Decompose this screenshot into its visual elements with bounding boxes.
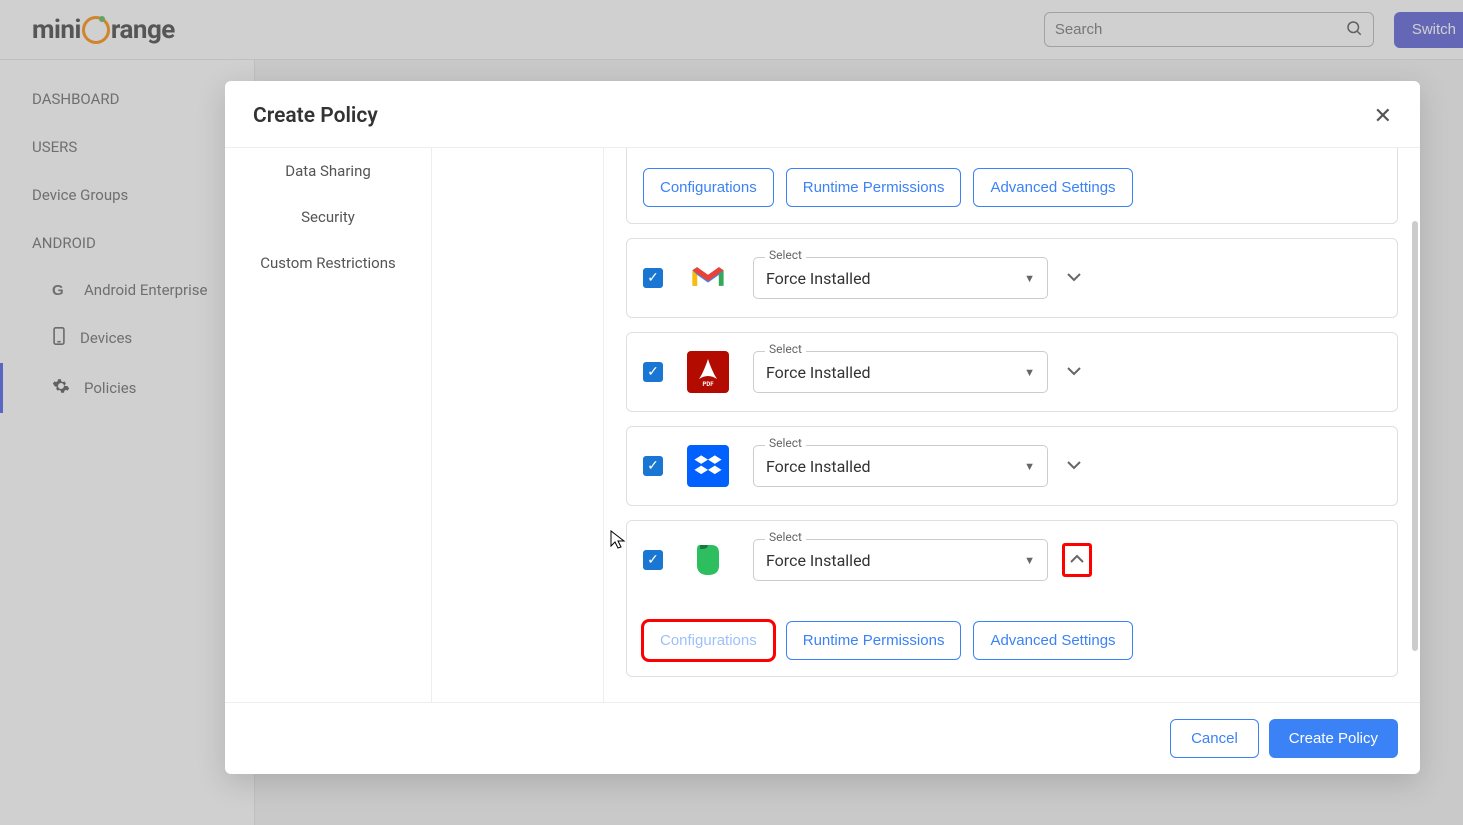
- select-value: Force Installed: [766, 269, 871, 288]
- install-type-select[interactable]: Force Installed ▼: [753, 351, 1048, 393]
- install-type-select[interactable]: Force Installed ▼: [753, 257, 1048, 299]
- expand-toggle[interactable]: [1062, 360, 1086, 384]
- gmail-icon: [687, 257, 729, 299]
- caret-down-icon: ▼: [1024, 554, 1035, 567]
- modal-middle-column: [432, 148, 604, 702]
- modal-left-nav: Data Sharing Security Custom Restriction…: [225, 148, 432, 702]
- collapse-toggle[interactable]: [1062, 543, 1092, 577]
- select-value: Force Installed: [766, 363, 871, 382]
- close-icon[interactable]: ✕: [1374, 103, 1392, 129]
- select-wrap: Select Force Installed ▼: [753, 445, 1048, 487]
- select-label: Select: [765, 342, 806, 356]
- tab-configurations[interactable]: Configurations: [643, 168, 774, 207]
- tab-advanced-settings[interactable]: Advanced Settings: [973, 621, 1132, 660]
- modal-title: Create Policy: [253, 104, 378, 128]
- select-value: Force Installed: [766, 551, 871, 570]
- tab-runtime-permissions[interactable]: Runtime Permissions: [786, 168, 962, 207]
- app-checkbox[interactable]: ✓: [643, 362, 663, 382]
- caret-down-icon: ▼: [1024, 460, 1035, 473]
- modal-footer: Cancel Create Policy: [225, 702, 1420, 774]
- app-row-dropbox: ✓ Select Force Installed ▼: [626, 426, 1398, 506]
- select-wrap: Select Force Installed ▼: [753, 257, 1048, 299]
- create-policy-button[interactable]: Create Policy: [1269, 719, 1398, 758]
- tab-advanced-settings[interactable]: Advanced Settings: [973, 168, 1132, 207]
- tab-configurations[interactable]: Configurations: [643, 621, 774, 660]
- app-checkbox[interactable]: ✓: [643, 550, 663, 570]
- app-row-gmail: ✓ Select Force Installed ▼: [626, 238, 1398, 318]
- modal-body: Data Sharing Security Custom Restriction…: [225, 147, 1420, 702]
- select-label: Select: [765, 530, 806, 544]
- left-tab-custom-restrictions[interactable]: Custom Restrictions: [225, 240, 431, 286]
- modal-header: Create Policy ✕: [225, 81, 1420, 147]
- select-label: Select: [765, 248, 806, 262]
- scrollbar[interactable]: [1412, 221, 1418, 651]
- svg-text:PDF: PDF: [702, 381, 714, 388]
- expand-toggle[interactable]: [1062, 266, 1086, 290]
- install-type-select[interactable]: Force Installed ▼: [753, 539, 1048, 581]
- tab-runtime-permissions[interactable]: Runtime Permissions: [786, 621, 962, 660]
- evernote-icon: [687, 539, 729, 581]
- app-row-evernote: ✓ Select Force Installed ▼ Configuration…: [626, 520, 1398, 677]
- select-value: Force Installed: [766, 457, 871, 476]
- dropbox-icon: [687, 445, 729, 487]
- left-tab-security[interactable]: Security: [225, 194, 431, 240]
- select-wrap: Select Force Installed ▼: [753, 539, 1048, 581]
- expanded-tabs: Configurations Runtime Permissions Advan…: [643, 621, 1381, 660]
- expand-toggle[interactable]: [1062, 454, 1086, 478]
- install-type-select[interactable]: Force Installed ▼: [753, 445, 1048, 487]
- top-tabs-card: Configurations Runtime Permissions Advan…: [626, 148, 1398, 224]
- app-row-adobe: ✓ PDF Select Force Installed ▼: [626, 332, 1398, 412]
- app-checkbox[interactable]: ✓: [643, 456, 663, 476]
- caret-down-icon: ▼: [1024, 272, 1035, 285]
- cancel-button[interactable]: Cancel: [1170, 719, 1259, 758]
- adobe-pdf-icon: PDF: [687, 351, 729, 393]
- create-policy-modal: Create Policy ✕ Data Sharing Security Cu…: [225, 81, 1420, 774]
- select-wrap: Select Force Installed ▼: [753, 351, 1048, 393]
- left-tab-data-sharing[interactable]: Data Sharing: [225, 148, 431, 194]
- select-label: Select: [765, 436, 806, 450]
- modal-content: Configurations Runtime Permissions Advan…: [604, 148, 1420, 702]
- app-checkbox[interactable]: ✓: [643, 268, 663, 288]
- caret-down-icon: ▼: [1024, 366, 1035, 379]
